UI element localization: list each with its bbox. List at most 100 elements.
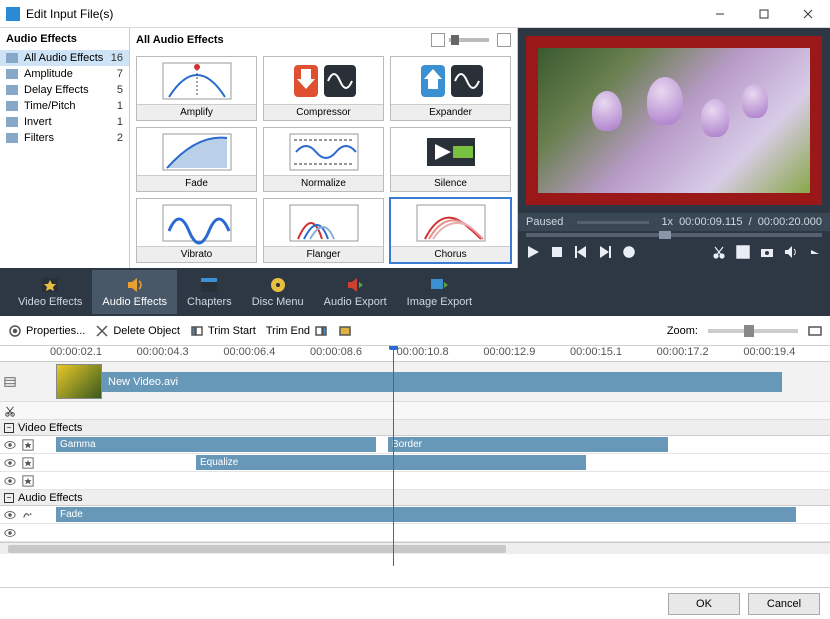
clip-label: New Video.avi [108, 376, 178, 388]
video-track: New Video.avi [0, 362, 830, 402]
zoom-fit-button[interactable] [808, 324, 822, 338]
effect-label: Expander [391, 105, 510, 120]
effect-flanger[interactable]: Flanger [263, 198, 384, 263]
category-sidebar: Audio Effects All Audio Effects16Amplitu… [0, 28, 130, 268]
eye-icon [4, 439, 16, 451]
current-time: 00:00:09.115 [679, 216, 742, 228]
dialog-footer: OK Cancel [0, 587, 830, 619]
video-effects-section[interactable]: −Video Effects [0, 420, 830, 436]
effect-amplify[interactable]: Amplify [136, 56, 257, 121]
tab-video-effects[interactable]: Video Effects [8, 270, 92, 314]
speaker-export-icon [346, 276, 364, 294]
star-box-icon [22, 439, 34, 451]
playback-status: Paused [526, 216, 563, 228]
track-controls[interactable] [0, 457, 48, 469]
cancel-button[interactable]: Cancel [748, 593, 820, 615]
zoom-label: Zoom: [667, 325, 698, 337]
close-button[interactable] [786, 0, 830, 28]
time-ruler[interactable]: 00:00:02.100:00:04.300:00:06.400:00:08.6… [0, 346, 830, 362]
effect-silence[interactable]: Silence [390, 127, 511, 192]
tab-image-export[interactable]: Image Export [397, 270, 482, 314]
effect-label: Compressor [264, 105, 383, 120]
image-export-icon [430, 276, 448, 294]
volume-button[interactable] [784, 245, 798, 262]
maximize-button[interactable] [742, 0, 786, 28]
effect-label: Silence [391, 176, 510, 191]
track-controls[interactable] [0, 527, 48, 539]
category-invert[interactable]: Invert1 [0, 114, 129, 130]
titlebar: Edit Input File(s) [0, 0, 830, 28]
audio-fx-track: Fade [0, 506, 830, 524]
track-controls[interactable] [0, 439, 48, 451]
minimize-button[interactable] [698, 0, 742, 28]
effect-fade[interactable]: Fade [136, 127, 257, 192]
effect-label: Flanger [264, 247, 383, 262]
zoom-slider[interactable] [708, 329, 798, 333]
loop-button[interactable] [622, 245, 636, 262]
speaker-icon [126, 276, 144, 294]
fx-clip-border[interactable]: Border [388, 437, 668, 452]
prev-frame-button[interactable] [574, 245, 588, 262]
effect-normalize[interactable]: Normalize [263, 127, 384, 192]
audio-effects-section[interactable]: −Audio Effects [0, 490, 830, 506]
category-time-pitch[interactable]: Time/Pitch1 [0, 98, 129, 114]
tab-audio-export[interactable]: Audio Export [314, 270, 397, 314]
seek-slider[interactable] [526, 233, 822, 237]
stop-button[interactable] [550, 245, 564, 262]
delete-object-button[interactable]: Delete Object [95, 324, 180, 338]
category-filters[interactable]: Filters2 [0, 130, 129, 146]
speed-slider[interactable] [577, 221, 649, 224]
disc-icon [269, 276, 287, 294]
app-icon [6, 7, 20, 21]
eye-icon [4, 509, 16, 521]
volume-more-button[interactable] [808, 245, 822, 262]
track-controls[interactable] [0, 509, 48, 521]
effect-label: Vibrato [137, 247, 256, 262]
category-delay-effects[interactable]: Delay Effects5 [0, 82, 129, 98]
effect-expander[interactable]: Expander [390, 56, 511, 121]
video-fx-track [0, 472, 830, 490]
category-all-audio-effects[interactable]: All Audio Effects16 [0, 50, 129, 66]
timeline-toolbar: Properties... Delete Object Trim Start T… [0, 316, 830, 346]
track-controls[interactable] [0, 475, 48, 487]
trim-start-button[interactable]: Trim Start [190, 324, 256, 338]
fx-clip-equalize[interactable]: Equalize [196, 455, 586, 470]
trim-end-button[interactable]: Trim End [266, 324, 328, 338]
effect-compressor[interactable]: Compressor [263, 56, 384, 121]
playhead[interactable] [393, 346, 394, 566]
expand-button[interactable] [736, 245, 750, 262]
properties-button[interactable]: Properties... [8, 324, 85, 338]
view-list-button[interactable] [431, 33, 445, 47]
next-frame-button[interactable] [598, 245, 612, 262]
view-grid-button[interactable] [497, 33, 511, 47]
effect-vibrato[interactable]: Vibrato [136, 198, 257, 263]
thumb-size-slider[interactable] [449, 38, 489, 42]
folder-icon [6, 117, 18, 127]
film-star-icon [41, 276, 59, 294]
video-clip[interactable]: New Video.avi [56, 364, 782, 399]
ok-button[interactable]: OK [668, 593, 740, 615]
play-button[interactable] [526, 245, 540, 262]
effect-label: Normalize [264, 176, 383, 191]
folder-icon [6, 85, 18, 95]
preview-canvas [526, 36, 822, 205]
tab-audio-effects[interactable]: Audio Effects [92, 270, 177, 314]
folder-icon [6, 69, 18, 79]
tab-disc-menu[interactable]: Disc Menu [242, 270, 314, 314]
fx-clip-fade[interactable]: Fade [56, 507, 796, 522]
category-amplitude[interactable]: Amplitude7 [0, 66, 129, 82]
star-box-icon [22, 475, 34, 487]
fx-clip-gamma[interactable]: Gamma [56, 437, 376, 452]
effect-chorus[interactable]: Chorus [390, 198, 511, 263]
preview-image [538, 48, 810, 193]
cut-button[interactable] [712, 245, 726, 262]
window-title: Edit Input File(s) [26, 7, 698, 21]
snapshot-button[interactable] [760, 245, 774, 262]
trim-extra-button[interactable] [338, 324, 352, 338]
timeline-scrollbar[interactable] [0, 542, 830, 554]
total-time: 00:00:20.000 [758, 216, 822, 228]
tab-chapters[interactable]: Chapters [177, 270, 242, 314]
audio-fx-track [0, 524, 830, 542]
preview-pane: Paused 1x 00:00:09.115 / 00:00:20.000 [518, 28, 830, 268]
film-clap-icon [200, 276, 218, 294]
